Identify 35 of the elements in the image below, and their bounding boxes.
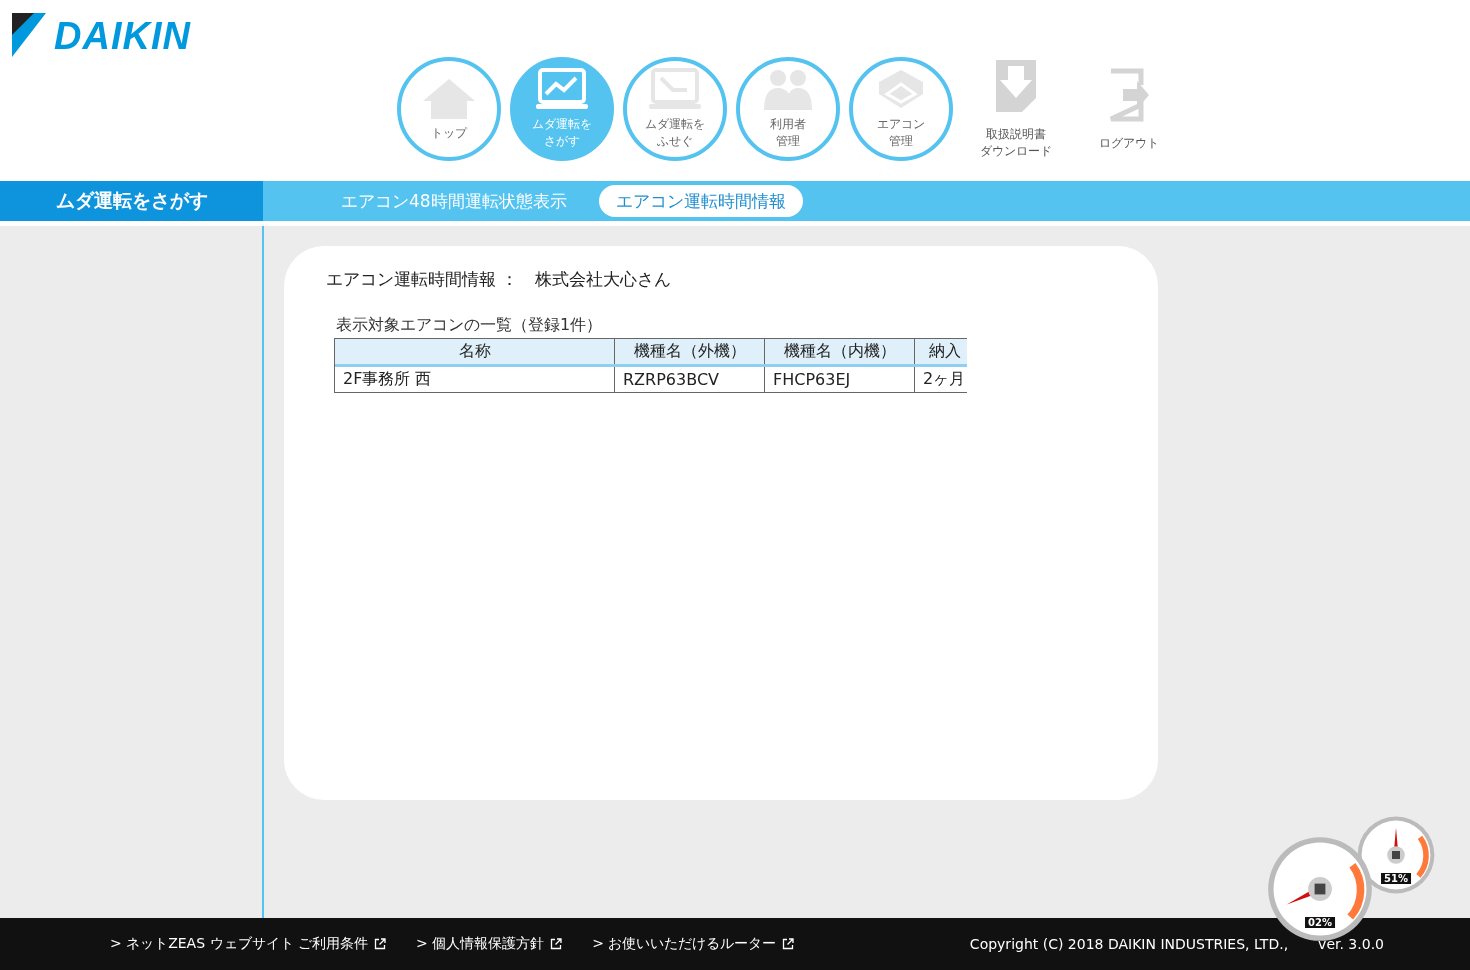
logo-mark-icon bbox=[12, 13, 46, 57]
home-icon bbox=[421, 76, 477, 121]
logout-button[interactable]: ログアウト bbox=[1079, 66, 1179, 152]
table-cell: RZRP63BCV bbox=[615, 367, 765, 392]
external-link-icon bbox=[550, 938, 563, 950]
footer-link[interactable]: > ネットZEAS ウェブサイト ご利用条件 bbox=[110, 935, 386, 953]
column-header: 機種名（外機） bbox=[615, 339, 765, 364]
nav-button[interactable]: トップ bbox=[397, 57, 501, 161]
page-heading: エアコン運転時間情報 ： 株式会社大心さん bbox=[326, 268, 673, 291]
gauge-reading: 02% bbox=[1305, 916, 1335, 928]
download-document-icon bbox=[994, 58, 1038, 114]
footer-link[interactable]: > お使いいただけるルーター bbox=[592, 935, 795, 953]
tab[interactable]: エアコン運転時間情報 bbox=[598, 185, 803, 217]
table-cell: 2F事務所 西 bbox=[335, 367, 615, 392]
table-cell: 2ヶ月 bbox=[915, 367, 967, 392]
column-header: 名称 bbox=[335, 339, 615, 364]
external-link-icon bbox=[374, 938, 386, 950]
nav-button[interactable]: 利用者 管理 bbox=[736, 57, 840, 161]
copyright-text: Copyright (C) 2018 DAIKIN INDUSTRIES, LTD., bbox=[969, 936, 1289, 952]
column-header: 納入 bbox=[915, 339, 967, 364]
logo-text: DAIKIN bbox=[54, 15, 191, 58]
logout-icon bbox=[1107, 66, 1151, 123]
gauge-reading: 51% bbox=[1381, 872, 1411, 884]
section-title: ムダ運転をさがす bbox=[0, 181, 263, 221]
table-cell: FHCP63EJ bbox=[765, 367, 915, 392]
nav-button[interactable]: エアコン 管理 bbox=[849, 57, 953, 161]
arrow-monitor-icon bbox=[647, 68, 703, 112]
nav-button[interactable]: ムダ運転を ふせぐ bbox=[623, 57, 727, 161]
table-caption: 表示対象エアコンの一覧（登録1件） bbox=[336, 315, 604, 336]
download-button[interactable]: 取扱説明書 ダウンロード bbox=[966, 58, 1066, 160]
chart-monitor-icon bbox=[534, 68, 590, 112]
version-text: ver. 3.0.0 bbox=[1318, 936, 1384, 952]
column-header: 機種名（内機） bbox=[765, 339, 915, 364]
footer-link[interactable]: > 個人情報保護方針 bbox=[416, 935, 563, 953]
external-link-icon bbox=[782, 938, 795, 950]
